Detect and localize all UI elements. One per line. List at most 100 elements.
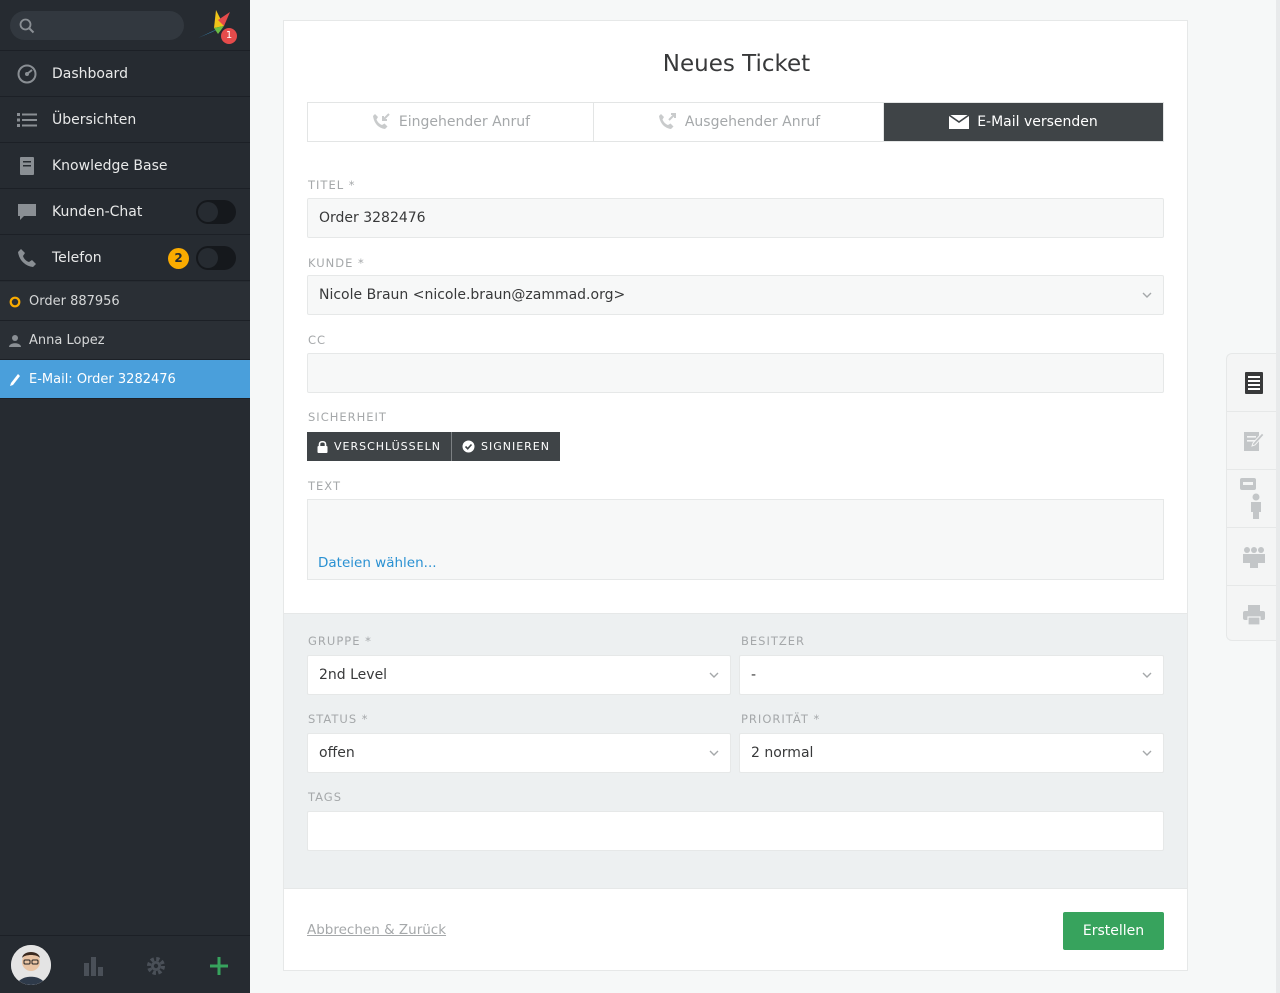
- text-editor[interactable]: Dateien wählen...: [307, 499, 1164, 580]
- printer-icon: [1243, 605, 1265, 625]
- group-value: 2nd Level: [319, 667, 388, 683]
- search-input[interactable]: [10, 11, 184, 40]
- task-item[interactable]: Order 887956: [0, 282, 250, 321]
- priority-select[interactable]: 2 normal: [739, 733, 1164, 773]
- chat-toggle[interactable]: [196, 200, 236, 224]
- right-sidebar: [1226, 353, 1280, 641]
- list-icon: [16, 109, 38, 131]
- tags-input[interactable]: [307, 811, 1164, 851]
- book-icon: [16, 155, 38, 177]
- security-buttons: VERSCHLÜSSELN SIGNIEREN: [307, 432, 560, 461]
- plus-icon[interactable]: [207, 954, 231, 978]
- cancel-link[interactable]: Abbrechen & Zurück: [307, 922, 446, 938]
- chevron-down-icon: [1142, 750, 1152, 756]
- choose-files-link[interactable]: Dateien wählen...: [318, 555, 437, 571]
- owner-label: BESITZER: [741, 634, 806, 648]
- priority-label: PRIORITÄT *: [741, 712, 821, 726]
- ticket-type-tabs: Eingehender Anruf Ausgehender Anruf E-Ma…: [307, 102, 1164, 142]
- nav-label: Kunden-Chat: [52, 203, 143, 220]
- owner-value: -: [751, 667, 757, 683]
- customer-sidebar-tab[interactable]: [1227, 470, 1280, 528]
- new-ticket-panel: Neues Ticket Eingehender Anruf Ausgehend…: [283, 20, 1188, 971]
- nav-label: Übersichten: [52, 111, 137, 128]
- sidebar: 1 Dashboard Übersichten Knowledge Base K…: [0, 0, 250, 993]
- organization-sidebar-tab[interactable]: [1227, 528, 1280, 586]
- status-label: STATUS *: [308, 712, 369, 726]
- nav-dashboard[interactable]: Dashboard: [0, 51, 250, 97]
- task-item-active[interactable]: E-Mail: Order 3282476: [0, 360, 250, 399]
- ticket-attributes: GRUPPE * 2nd Level BESITZER - STATUS * o…: [284, 613, 1187, 889]
- phone-icon: [16, 247, 38, 269]
- customer-label: KUNDE *: [308, 256, 365, 270]
- page-title: Neues Ticket: [662, 51, 811, 77]
- nav-label: Telefon: [52, 249, 102, 266]
- customer-value: Nicole Braun <nicole.braun@zammad.org>: [319, 287, 626, 303]
- group-label: GRUPPE *: [308, 634, 372, 648]
- status-value: offen: [319, 745, 355, 761]
- sign-button[interactable]: SIGNIEREN: [451, 432, 560, 461]
- ticket-sidebar-tab[interactable]: [1227, 354, 1280, 412]
- status-select[interactable]: offen: [307, 733, 731, 773]
- title-label: TITEL *: [308, 178, 356, 192]
- chat-icon: [16, 201, 38, 223]
- verified-badge-icon: [462, 440, 475, 453]
- envelope-icon: [949, 115, 970, 129]
- person-icon: [1240, 477, 1261, 519]
- scrollbar[interactable]: [1276, 0, 1280, 993]
- ticket-open-icon: [8, 295, 22, 309]
- chevron-down-icon: [709, 672, 719, 678]
- encrypt-button[interactable]: VERSCHLÜSSELN: [307, 432, 452, 461]
- task-label: E-Mail: Order 3282476: [29, 371, 176, 387]
- tab-incoming-call[interactable]: Eingehender Anruf: [308, 103, 594, 141]
- priority-value: 2 normal: [751, 745, 814, 761]
- nav-label: Knowledge Base: [52, 157, 168, 174]
- tags-label: TAGS: [308, 790, 343, 804]
- encrypt-label: VERSCHLÜSSELN: [334, 440, 441, 453]
- tab-label: Ausgehender Anruf: [684, 114, 821, 130]
- task-item[interactable]: Anna Lopez: [0, 321, 250, 360]
- create-button[interactable]: Erstellen: [1063, 912, 1164, 950]
- tab-label: E-Mail versenden: [977, 114, 1098, 130]
- task-label: Anna Lopez: [29, 332, 105, 348]
- dashboard-icon: [16, 63, 38, 85]
- nav-label: Dashboard: [52, 65, 128, 82]
- edit-document-icon: [1244, 431, 1265, 451]
- tab-label: Eingehender Anruf: [398, 114, 531, 130]
- user-icon: [8, 334, 22, 348]
- gear-icon[interactable]: [144, 954, 168, 978]
- sidebar-bottom: [0, 935, 250, 993]
- nav-overviews[interactable]: Übersichten: [0, 97, 250, 143]
- customer-select[interactable]: Nicole Braun <nicole.braun@zammad.org>: [307, 275, 1164, 315]
- lock-icon: [317, 440, 328, 453]
- owner-select[interactable]: -: [739, 655, 1164, 695]
- reports-icon[interactable]: [81, 954, 105, 978]
- nav-customer-chat[interactable]: Kunden-Chat: [0, 189, 250, 235]
- nav-knowledge-base[interactable]: Knowledge Base: [0, 143, 250, 189]
- incoming-call-icon: [372, 113, 390, 129]
- template-sidebar-tab[interactable]: [1227, 412, 1280, 470]
- chevron-down-icon: [709, 750, 719, 756]
- task-list: Order 887956 Anna Lopez E-Mail: Order 32…: [0, 282, 250, 399]
- tab-outgoing-call[interactable]: Ausgehender Anruf: [594, 103, 884, 141]
- title-value: Order 3282476: [319, 210, 426, 226]
- notification-badge[interactable]: 1: [221, 28, 237, 44]
- title-input[interactable]: Order 3282476: [307, 198, 1164, 238]
- cc-input[interactable]: [307, 353, 1164, 393]
- search-icon: [19, 18, 35, 34]
- task-label: Order 887956: [29, 293, 120, 309]
- document-icon: [1245, 371, 1263, 394]
- cc-label: CC: [308, 333, 327, 347]
- tab-send-email[interactable]: E-Mail versenden: [884, 103, 1163, 141]
- outgoing-call-icon: [658, 113, 676, 129]
- chevron-down-icon: [1142, 292, 1152, 298]
- pencil-icon: [8, 373, 22, 387]
- security-label: SICHERHEIT: [308, 410, 387, 424]
- phone-toggle[interactable]: [196, 246, 236, 270]
- nav-phone[interactable]: Telefon 2: [0, 235, 250, 281]
- print-sidebar-tab[interactable]: [1227, 586, 1280, 644]
- group-select[interactable]: 2nd Level: [307, 655, 731, 695]
- search-row: 1: [0, 0, 250, 51]
- avatar[interactable]: [11, 945, 51, 985]
- phone-count-badge: 2: [168, 248, 189, 269]
- group-icon: [1243, 546, 1265, 568]
